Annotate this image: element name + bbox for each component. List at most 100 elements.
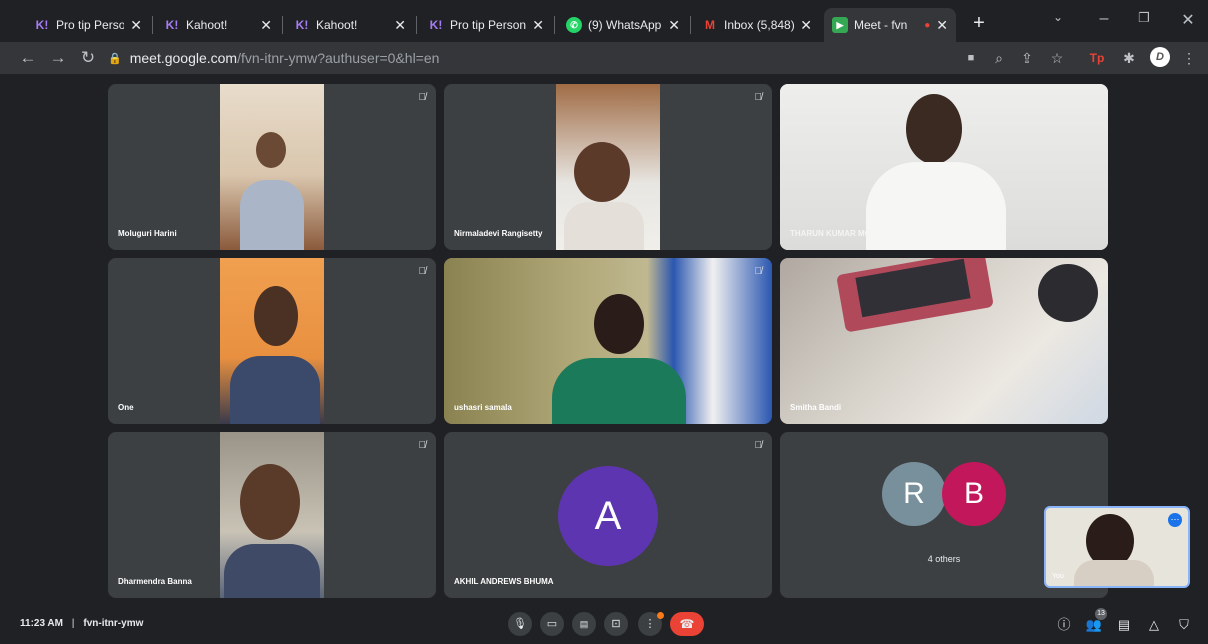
tab-title: Meet - fvn [854, 18, 908, 32]
close-icon[interactable]: ✕ [394, 17, 406, 34]
lock-icon: 🔒 [108, 52, 122, 65]
tab-title: Kahoot! [186, 18, 228, 32]
captions-icon: ▤ [579, 619, 589, 629]
kahoot-icon: K! [165, 18, 179, 32]
meeting-details-icon[interactable]: ⓘ [1055, 618, 1073, 632]
captions-button[interactable]: ▤ [572, 612, 596, 636]
tab-gmail[interactable]: M Inbox (5,848) - ✕ [694, 8, 820, 42]
bookmark-star-icon[interactable]: ☆ [1048, 49, 1066, 67]
tab-kahoot-1[interactable]: K! Kahoot! ✕ [156, 8, 280, 42]
meet-stage: 🎙̸ Moluguri Harini 🎙̸ Nirmaladevi Rangis… [0, 74, 1208, 644]
tab-divider [554, 16, 555, 34]
tab-pro-tip-2[interactable]: K! Pro tip Persona ✕ [420, 8, 552, 42]
tab-pro-tip-1[interactable]: K! Pro tip Persona ✕ [26, 8, 150, 42]
host-controls-icon[interactable]: ⛉ [1175, 618, 1193, 632]
self-view[interactable]: ⋯ You [1044, 506, 1190, 588]
tab-title: Pro tip Persona [450, 18, 527, 32]
people-icon[interactable]: 👥 [1085, 618, 1103, 632]
forward-icon[interactable]: → [48, 48, 68, 68]
close-icon[interactable]: ✕ [936, 17, 948, 34]
participant-avatar: B [942, 462, 1006, 526]
participant-name: Dharmendra Banna [118, 577, 192, 586]
close-icon[interactable]: ✕ [668, 17, 680, 34]
more-vert-icon: ⋮ [644, 618, 656, 630]
mic-off-icon: 🎙̸ [754, 440, 763, 451]
gmail-icon: M [705, 18, 715, 32]
zoom-icon[interactable]: ⌕ [990, 49, 1008, 67]
video-feed [220, 258, 324, 424]
video-feed [220, 432, 324, 598]
new-tab-icon[interactable]: + [968, 12, 990, 34]
close-icon[interactable]: ✕ [260, 17, 272, 34]
participant-tile[interactable]: 🎙̸ One [108, 258, 436, 424]
close-icon[interactable]: ✕ [532, 17, 544, 34]
participant-tile[interactable]: Smitha Bandi [780, 258, 1108, 424]
profile-avatar[interactable]: D [1150, 47, 1170, 67]
tab-divider [690, 16, 691, 34]
participant-tile[interactable]: A 🎙̸ AKHIL ANDREWS BHUMA [444, 432, 772, 598]
reload-icon[interactable]: ↻ [78, 48, 98, 68]
meeting-info: 11:23 AM | fvn-itnr-ymw [20, 618, 143, 629]
whatsapp-icon: ✆ [566, 17, 582, 33]
participant-name: ushasri samala [454, 403, 512, 412]
address-bar[interactable]: 🔒 meet.google.com /fvn-itnr-ymw?authuser… [108, 45, 1108, 71]
participant-tile[interactable]: THARUN KUMAR MOTTU [780, 84, 1108, 250]
mic-off-icon: 🎙̸ [418, 266, 427, 277]
camera-button[interactable]: ▭ [540, 612, 564, 636]
browser-tab-strip: K! Pro tip Persona ✕ K! Kahoot! ✕ K! Kah… [0, 0, 1208, 42]
self-label: You [1052, 573, 1064, 580]
tab-title: (9) WhatsApp [588, 18, 662, 32]
kahoot-icon: K! [295, 18, 309, 32]
video-feed [780, 258, 1108, 424]
participant-tile[interactable]: 🎙̸ ushasri samala [444, 258, 772, 424]
meeting-controls-bar: 11:23 AM | fvn-itnr-ymw 🎙 ▭ ▤ ⊡ ⋮ ☎ ⓘ 👥 … [0, 604, 1208, 644]
recording-indicator-icon: ● [924, 19, 931, 31]
leave-call-button[interactable]: ☎ [670, 612, 704, 636]
extension-tp-icon[interactable]: Tp [1088, 49, 1106, 67]
mic-button[interactable]: 🎙 [508, 612, 532, 636]
back-icon[interactable]: ← [18, 48, 38, 68]
participant-name: Moluguri Harini [118, 229, 177, 238]
participant-tile[interactable]: 🎙̸ Nirmaladevi Rangisetty [444, 84, 772, 250]
camera-icon[interactable]: ■ [962, 49, 980, 67]
activities-icon[interactable]: △ [1145, 618, 1163, 632]
participant-avatar: R [882, 462, 946, 526]
video-feed [780, 84, 1108, 250]
tab-divider [152, 16, 153, 34]
extensions-puzzle-icon[interactable]: ✱ [1120, 49, 1138, 67]
participant-avatar: A [558, 466, 658, 566]
url-path: /fvn-itnr-ymw?authuser=0&hl=en [237, 50, 440, 66]
video-camera-icon: ▭ [546, 618, 558, 630]
video-feed [220, 84, 324, 250]
participant-name: Smitha Bandi [790, 403, 842, 412]
mic-off-icon: 🎙̸ [754, 92, 763, 103]
participant-tile[interactable]: 🎙̸ Moluguri Harini [108, 84, 436, 250]
present-button[interactable]: ⊡ [604, 612, 628, 636]
close-icon[interactable]: ✕ [800, 17, 812, 34]
tab-whatsapp[interactable]: ✆ (9) WhatsApp ✕ [558, 8, 688, 42]
meeting-time: 11:23 AM [20, 618, 63, 629]
present-screen-icon: ⊡ [611, 618, 621, 630]
window-close-icon[interactable]: ✕ [1178, 10, 1198, 30]
tab-search-icon[interactable]: ⌄ [1048, 10, 1068, 24]
close-icon[interactable]: ✕ [130, 17, 142, 34]
video-feed [556, 84, 660, 250]
share-icon[interactable]: ⇪ [1018, 49, 1036, 67]
kahoot-icon: K! [35, 18, 49, 32]
mic-icon: 🎙 [513, 618, 527, 630]
minimize-icon[interactable]: – [1094, 10, 1114, 28]
tab-kahoot-2[interactable]: K! Kahoot! ✕ [286, 8, 414, 42]
participant-name: One [118, 403, 134, 412]
browser-menu-icon[interactable]: ⋮ [1180, 49, 1198, 67]
tab-title: Pro tip Persona [56, 18, 125, 32]
mic-off-icon: 🎙̸ [754, 266, 763, 277]
more-options-icon[interactable]: ⋯ [1168, 513, 1182, 527]
meeting-info-separator: | [71, 618, 75, 629]
participant-tile[interactable]: 🎙̸ Dharmendra Banna [108, 432, 436, 598]
chat-icon[interactable]: ▤ [1115, 618, 1133, 632]
meeting-code: fvn-itnr-ymw [83, 618, 144, 629]
restore-icon[interactable]: ❐ [1134, 10, 1154, 26]
participant-count-badge: 13 [1095, 608, 1107, 620]
tab-title: Inbox (5,848) - [724, 18, 795, 32]
tab-meet-active[interactable]: ▶ Meet - fvn ● ✕ [824, 8, 956, 42]
